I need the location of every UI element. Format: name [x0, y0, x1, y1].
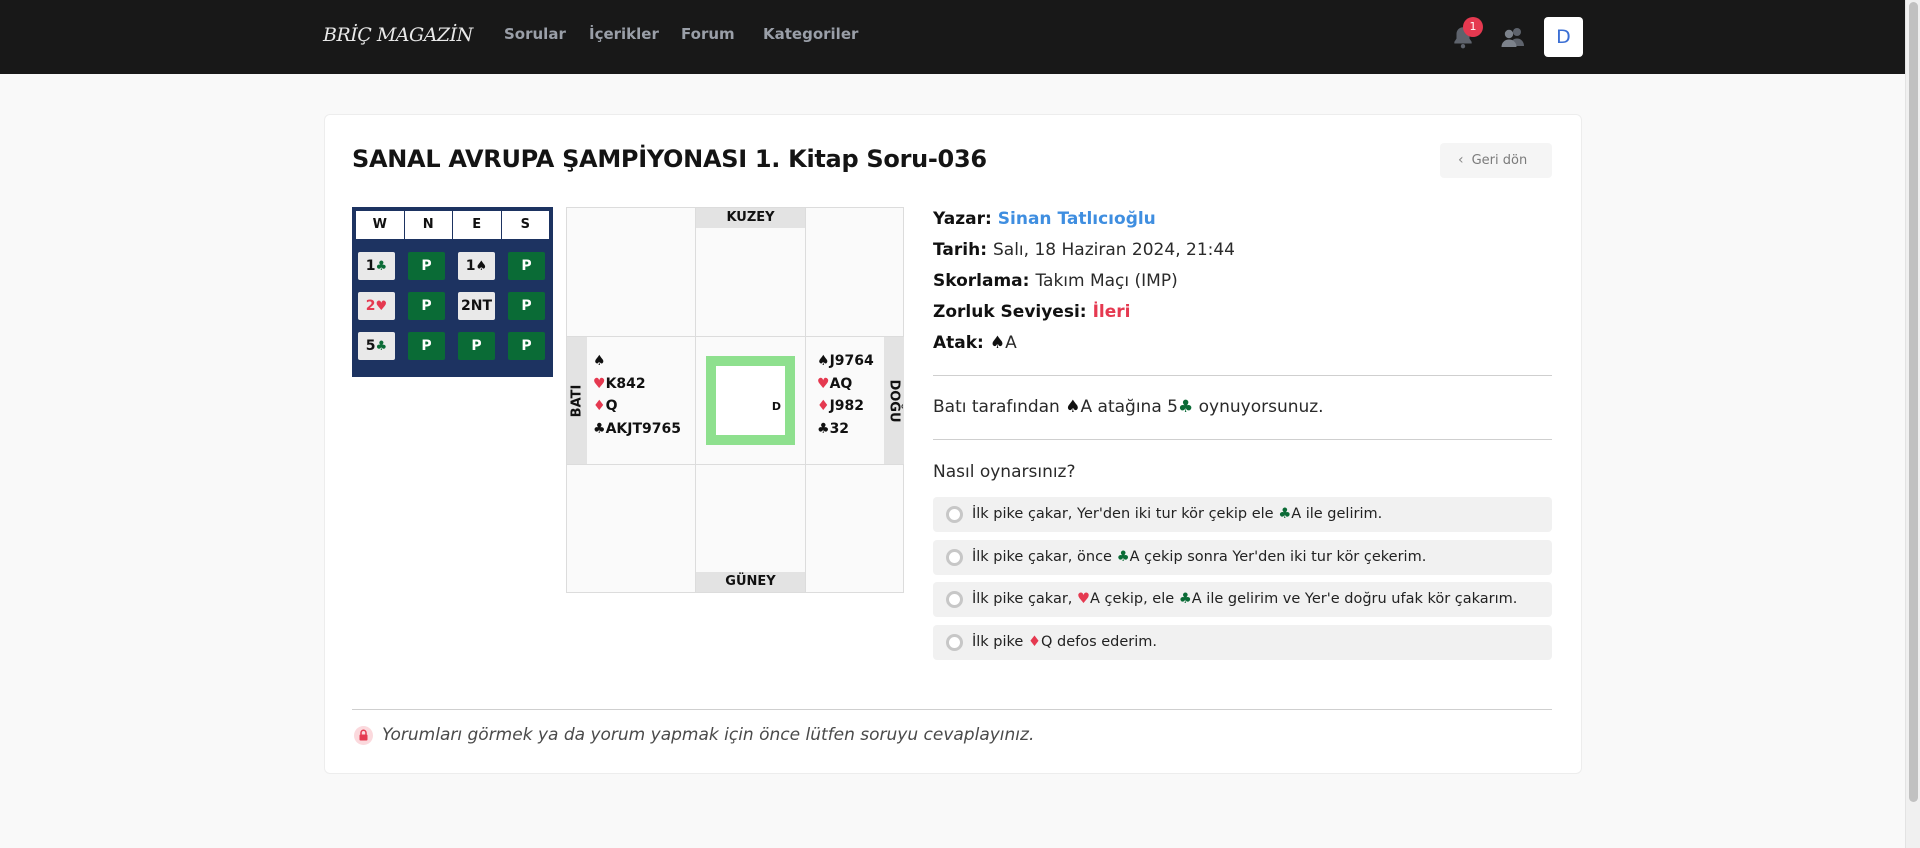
bid-suit-icon: ♣ — [375, 339, 388, 354]
bid-header-s: S — [520, 217, 530, 232]
bid-level: P — [421, 258, 432, 274]
bid-cell: 2♥ — [358, 292, 395, 320]
radio-button[interactable] — [946, 549, 963, 566]
nav-kategoriler[interactable]: Kategoriler — [763, 25, 858, 43]
back-button[interactable]: ‹ Geri dön — [1440, 143, 1552, 178]
seat-west-label: BATI — [567, 337, 587, 464]
bid-header-n: N — [405, 211, 453, 239]
answer-option[interactable]: İlk pike çakar, ♥A çekip, ele ♣A ile gel… — [933, 582, 1552, 617]
question-text: Nasıl oynarsınız? — [933, 462, 1076, 482]
radio-button[interactable] — [946, 506, 963, 523]
dealer-marker: D — [771, 400, 781, 413]
bid-cell: 2NT — [458, 292, 495, 320]
seat-north-label: KUZEY — [696, 208, 805, 228]
scrollbar-thumb[interactable] — [1909, 2, 1918, 802]
scoring-row: Skorlama: Takım Maçı (IMP) — [933, 271, 1178, 291]
author-link[interactable]: Sinan Tatlıcıoğlu — [998, 209, 1156, 229]
bid-cell: 1♣ — [358, 252, 395, 280]
west-hand: ♠ ♥K842 ♦Q ♣AKJT9765 — [593, 353, 681, 437]
user-avatar[interactable]: D — [1544, 17, 1583, 57]
card-table: D — [706, 356, 795, 445]
bid-cell: 1♠ — [458, 252, 495, 280]
bid-level: 1 — [465, 258, 476, 274]
info-divider — [933, 375, 1552, 376]
nav-icerikler[interactable]: İçerikler — [589, 25, 659, 43]
bid-header-e: E — [453, 211, 502, 239]
bid-cell: P — [408, 332, 445, 360]
page-title: SANAL AVRUPA ŞAMPİYONASI 1. Kitap Soru-0… — [352, 145, 987, 173]
problem-divider — [933, 439, 1552, 440]
bid-cell: P — [508, 252, 545, 280]
lock-icon — [359, 729, 368, 741]
page-scrollbar[interactable] — [1905, 0, 1920, 848]
date-row: Tarih: Salı, 18 Haziran 2024, 21:44 — [933, 240, 1235, 260]
bid-cell: P — [508, 292, 545, 320]
bid-level: P — [421, 298, 432, 314]
bid-cell: 5♣ — [358, 332, 395, 360]
nav-forum[interactable]: Forum — [681, 25, 735, 43]
bid-level: 2NT — [460, 298, 492, 314]
seat-east-label: DOĞU — [884, 337, 904, 464]
site-logo[interactable]: BRİÇ MAGAZİN — [323, 24, 473, 46]
lock-badge — [354, 726, 373, 745]
bid-level: P — [521, 338, 532, 354]
bidding-header: W N E S — [356, 211, 549, 239]
problem-statement: Batı tarafından ♠A atağına 5♣ oynuyorsun… — [933, 397, 1324, 417]
bid-level: P — [521, 258, 532, 274]
bid-cell: P — [508, 332, 545, 360]
chevron-left-icon: ‹ — [1458, 152, 1464, 168]
bidding-table: W N E S 1♣ P 1♠ P 2♥ P 2NT P 5♣ P P P — [352, 207, 553, 377]
back-button-label: Geri dön — [1471, 153, 1528, 168]
bid-header-w: W — [356, 211, 405, 239]
comments-divider — [352, 709, 1552, 710]
answer-option[interactable]: İlk pike ♦Q defos ederim. — [933, 625, 1552, 660]
difficulty-row: Zorluk Seviyesi: İleri — [933, 302, 1131, 322]
answer-option[interactable]: İlk pike çakar, Yer'den iki tur kör çeki… — [933, 497, 1552, 532]
bid-level: P — [471, 338, 482, 354]
comments-locked-note: Yorumları görmek ya da yorum yapmak için… — [382, 725, 1035, 745]
radio-button[interactable] — [946, 634, 963, 651]
notification-badge: 1 — [1463, 17, 1483, 37]
deal-diagram: KUZEY GÜNEY BATI DOĞU ♠ ♥K842 ♦Q ♣AKJT97… — [566, 207, 904, 593]
bid-level: 1 — [365, 258, 376, 274]
bid-suit-icon: ♠ — [475, 259, 488, 274]
bid-cell: P — [458, 332, 495, 360]
answer-option[interactable]: İlk pike çakar, önce ♣A çekip sonra Yer'… — [933, 540, 1552, 575]
lead-row: Atak: ♠A — [933, 333, 1017, 353]
top-navbar: BRİÇ MAGAZİN Sorular İçerikler Forum Kat… — [0, 0, 1905, 74]
bid-cell: P — [408, 252, 445, 280]
bid-suit-icon: ♥ — [375, 299, 388, 314]
bid-level: P — [521, 298, 532, 314]
bid-suit-icon: ♣ — [375, 259, 388, 274]
users-icon[interactable] — [1500, 24, 1526, 50]
bid-level: 5 — [365, 338, 376, 354]
bid-cell: P — [408, 292, 445, 320]
east-hand: ♠J9764 ♥AQ ♦J982 ♣32 — [817, 353, 874, 437]
bid-level: 2 — [365, 298, 376, 314]
radio-button[interactable] — [946, 591, 963, 608]
bid-level: P — [421, 338, 432, 354]
author-row: Yazar: Sinan Tatlıcıoğlu — [933, 209, 1156, 229]
difficulty-value: İleri — [1092, 302, 1131, 322]
seat-south-label: GÜNEY — [696, 572, 805, 592]
nav-sorular[interactable]: Sorular — [504, 25, 566, 43]
